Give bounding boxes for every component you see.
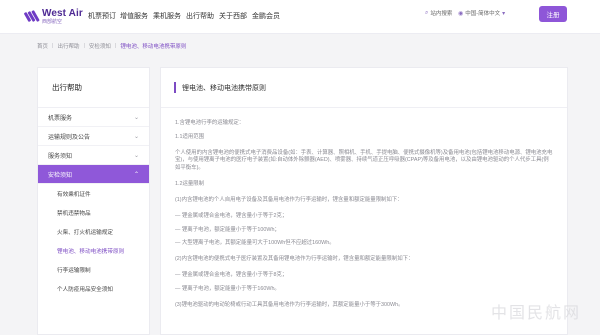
search-label: 站内搜索 <box>430 11 453 17</box>
article-paragraph: — 锂金属或锂合金电池，锂含量小于等于8克； <box>175 272 288 279</box>
search-icon: ⌕ <box>425 9 429 16</box>
brand-subtitle: 西部航空 <box>42 19 63 25</box>
sidebar-item-label: 运输规则及公告 <box>48 134 91 141</box>
sidebar: 出行帮助 机票服务 ⌄ 运输规则及公告 ⌄ 服务须知 ⌄ 安检须知 ⌃ 有效乘机… <box>37 67 150 335</box>
article-paragraph: 个人使用的内含锂电池的便携式电子消费品设备(如：手表、计算器、照相机、手机、手提… <box>175 149 553 172</box>
article-paragraph: (2)内含锂电池的便携式电子医疗装置及其备用锂电池作为行李运输时，锂含量和额定能… <box>175 256 414 263</box>
logo-icon <box>23 10 40 24</box>
register-button[interactable]: 注册 <box>539 6 567 22</box>
nav-membership[interactable]: 金鹏会员 <box>252 11 284 21</box>
language-label: 中国-简体中文 <box>465 11 501 17</box>
sidebar-item-label: 安检须知 <box>48 172 73 179</box>
submenu-item-valid-id[interactable]: 有效乘机证件 <box>38 184 149 203</box>
main-nav: 机票预订 增值服务 乘机服务 出行帮助 关于西部 金鹏会员 <box>88 11 284 21</box>
breadcrumb-travel-help[interactable]: 出行帮助 <box>57 42 79 50</box>
article-body: 1.含锂电池行李的运输规定： 1.1适用范围 个人使用的内含锂电池的便携式电子消… <box>161 108 567 310</box>
sidebar-item-ticket-service[interactable]: 机票服务 ⌄ <box>38 108 149 127</box>
west-air-logo[interactable]: West Air 西部航空 <box>23 8 83 25</box>
article-paragraph: 1.1适用范围 <box>175 133 205 140</box>
title-accent-bar <box>174 82 176 93</box>
sidebar-item-label: 机票服务 <box>48 115 73 122</box>
chevron-down-icon: ⌄ <box>133 133 139 140</box>
globe-icon: ◉ <box>458 10 464 17</box>
content-header: 锂电池、移动电池携带原则 <box>161 68 567 108</box>
chevron-down-icon: ⌄ <box>133 114 139 121</box>
nav-about[interactable]: 关于西部 <box>219 11 252 21</box>
site-search[interactable]: ⌕ 站内搜索 <box>425 9 453 18</box>
submenu-item-lighter-rules[interactable]: 火柴、打火机运输规定 <box>38 222 149 241</box>
top-navigation-bar: West Air 西部航空 机票预订 增值服务 乘机服务 出行帮助 关于西部 金… <box>0 0 600 34</box>
article-paragraph: — 锂金属或锂合金电池，锂含量小于等于2克； <box>175 212 288 219</box>
breadcrumb-security[interactable]: 安检须知 <box>89 42 111 50</box>
nav-flight-service[interactable]: 乘机服务 <box>153 11 186 21</box>
sidebar-item-security-notes[interactable]: 安检须知 ⌃ <box>38 165 149 184</box>
nav-travel-help[interactable]: 出行帮助 <box>186 11 219 21</box>
submenu-item-baggage-limits[interactable]: 行李运输限制 <box>38 260 149 279</box>
sidebar-item-rules-notices[interactable]: 运输规则及公告 ⌄ <box>38 127 149 146</box>
chevron-down-icon: ▾ <box>502 10 506 17</box>
submenu-item-lithium-battery[interactable]: 锂电池、移动电池携带原则 <box>38 241 149 260</box>
article-paragraph: 1.含锂电池行李的运输规定： <box>175 120 245 126</box>
breadcrumb-current: 锂电池、移动电池携带原则 <box>120 44 187 50</box>
sidebar-item-service-notes[interactable]: 服务须知 ⌄ <box>38 146 149 165</box>
nav-value-added[interactable]: 增值服务 <box>120 11 153 21</box>
brand-title: West Air <box>42 8 83 19</box>
watermark-logo: 中国民航网 <box>491 305 582 322</box>
language-selector[interactable]: ◉ 中国-简体中文 ▾ <box>458 9 506 18</box>
chevron-up-icon: ⌃ <box>133 171 139 178</box>
article-paragraph: — 大型锂离子电池，其额定能量可大于100Wh但不应超过160Wh。 <box>175 240 335 247</box>
page-title: 锂电池、移动电池携带原则 <box>182 84 266 92</box>
chevron-down-icon: ⌄ <box>133 152 139 159</box>
breadcrumb: 首页 | 出行帮助 | 安检须知 | 锂电池、移动电池携带原则 <box>37 42 186 50</box>
submenu-item-prohibited-items[interactable]: 禁机违禁物品 <box>38 203 149 222</box>
breadcrumb-separator: | <box>83 43 85 49</box>
breadcrumb-home[interactable]: 首页 <box>37 42 48 50</box>
sidebar-item-label: 服务须知 <box>48 153 73 160</box>
article-paragraph: — 锂离子电池，额定能量小于等于100Wh； <box>175 226 280 233</box>
content-panel: 锂电池、移动电池携带原则 1.含锂电池行李的运输规定： 1.1适用范围 个人使用… <box>160 67 568 335</box>
breadcrumb-separator: | <box>114 43 117 49</box>
submenu-item-epidemic-supplies[interactable]: 个人防疫用品安全须知 <box>38 279 149 298</box>
nav-ticket-booking[interactable]: 机票预订 <box>88 11 120 21</box>
article-paragraph: 1.2运量限制 <box>175 181 205 188</box>
article-paragraph: (1)内含锂电池的个人自用电子设备及其备用电池作为行李运输时，锂含量和额定能量限… <box>175 196 403 203</box>
breadcrumb-separator: | <box>52 43 54 49</box>
sidebar-title: 出行帮助 <box>38 68 149 108</box>
article-paragraph: — 锂离子电池，额定能量小于等于160Wh。 <box>175 285 280 292</box>
